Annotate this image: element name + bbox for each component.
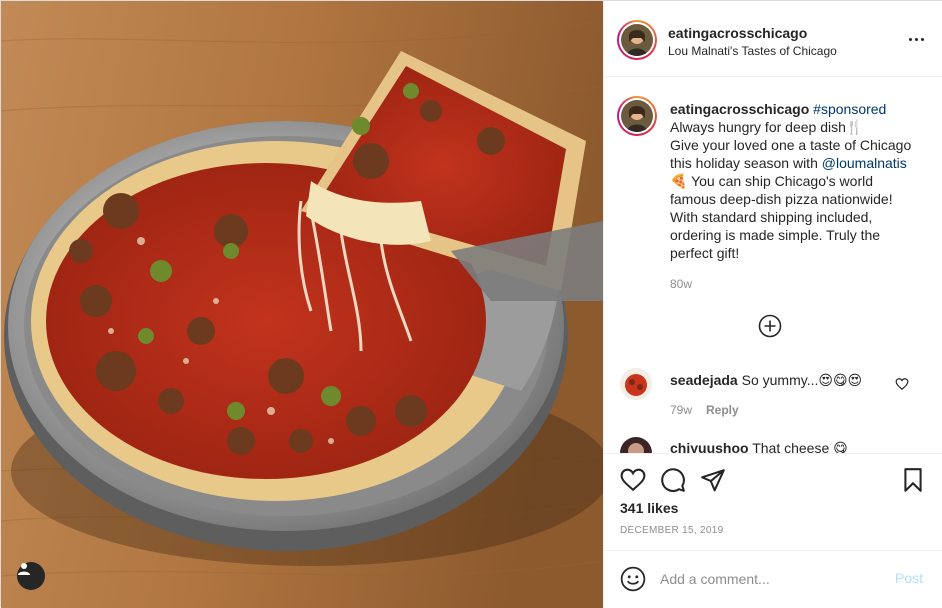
bookmark-icon[interactable] bbox=[900, 467, 926, 493]
comment-avatar[interactable] bbox=[620, 437, 652, 453]
post-header: eatingacrosschicago Lou Malnati's Tastes… bbox=[604, 1, 942, 77]
reply-button[interactable]: Reply bbox=[706, 403, 739, 417]
caption-timestamp: 80w bbox=[670, 277, 693, 291]
comment-username[interactable]: chiyuushoo bbox=[670, 440, 749, 453]
user-tag-button[interactable] bbox=[17, 562, 45, 590]
caption-mention[interactable]: @loumalnatis bbox=[822, 155, 907, 171]
comment-timestamp: 79w bbox=[670, 403, 693, 417]
like-count[interactable]: 341 likes bbox=[620, 500, 678, 516]
instagram-post: eatingacrosschicago Lou Malnati's Tastes… bbox=[0, 0, 942, 608]
comment-text: That cheese 😋 bbox=[752, 440, 848, 453]
user-tag-icon bbox=[18, 563, 30, 575]
caption-username[interactable]: eatingacrosschicago bbox=[670, 101, 809, 117]
smiley-icon[interactable] bbox=[620, 566, 646, 592]
author-username[interactable]: eatingacrosschicago bbox=[668, 25, 807, 41]
post-photo[interactable] bbox=[1, 1, 603, 608]
more-options-icon[interactable] bbox=[904, 29, 928, 49]
caption-hashtag[interactable]: #sponsored bbox=[813, 101, 886, 117]
paper-plane-icon[interactable] bbox=[700, 467, 726, 493]
comment-item: seadejada So yummy...😍😋😍 bbox=[670, 371, 862, 389]
plus-circle-icon[interactable] bbox=[758, 314, 782, 338]
author-avatar[interactable] bbox=[617, 20, 657, 60]
comment-meta: 79w Reply bbox=[670, 403, 739, 417]
caption-author-avatar[interactable] bbox=[617, 96, 657, 136]
comment-avatar[interactable] bbox=[620, 368, 652, 400]
comment-item: chiyuushoo That cheese 😋 bbox=[670, 439, 848, 453]
comment-username[interactable]: seadejada bbox=[670, 372, 738, 388]
comment-text: So yummy...😍😋😍 bbox=[741, 372, 863, 388]
caption-line-3: 🍕 You can ship Chicago's world famous de… bbox=[670, 173, 893, 261]
post-comment-button[interactable]: Post bbox=[895, 570, 923, 586]
comment-like-heart-icon[interactable] bbox=[895, 377, 909, 391]
post-location[interactable]: Lou Malnati's Tastes of Chicago bbox=[668, 44, 837, 58]
comments-section[interactable]: eatingacrosschicago #sponsored Always hu… bbox=[604, 77, 942, 453]
post-side-panel: eatingacrosschicago Lou Malnati's Tastes… bbox=[603, 1, 942, 608]
add-comment-bar: Post bbox=[604, 550, 942, 608]
caption-line-1: Always hungry for deep dish🍴 bbox=[670, 119, 864, 135]
post-actions: 341 likes DECEMBER 15, 2019 bbox=[604, 453, 942, 553]
post-date: DECEMBER 15, 2019 bbox=[620, 525, 724, 536]
heart-icon[interactable] bbox=[620, 467, 646, 493]
comment-input[interactable] bbox=[660, 568, 880, 590]
post-caption: eatingacrosschicago #sponsored Always hu… bbox=[670, 100, 916, 262]
comment-icon[interactable] bbox=[660, 467, 686, 493]
pizza-photo bbox=[1, 1, 603, 608]
